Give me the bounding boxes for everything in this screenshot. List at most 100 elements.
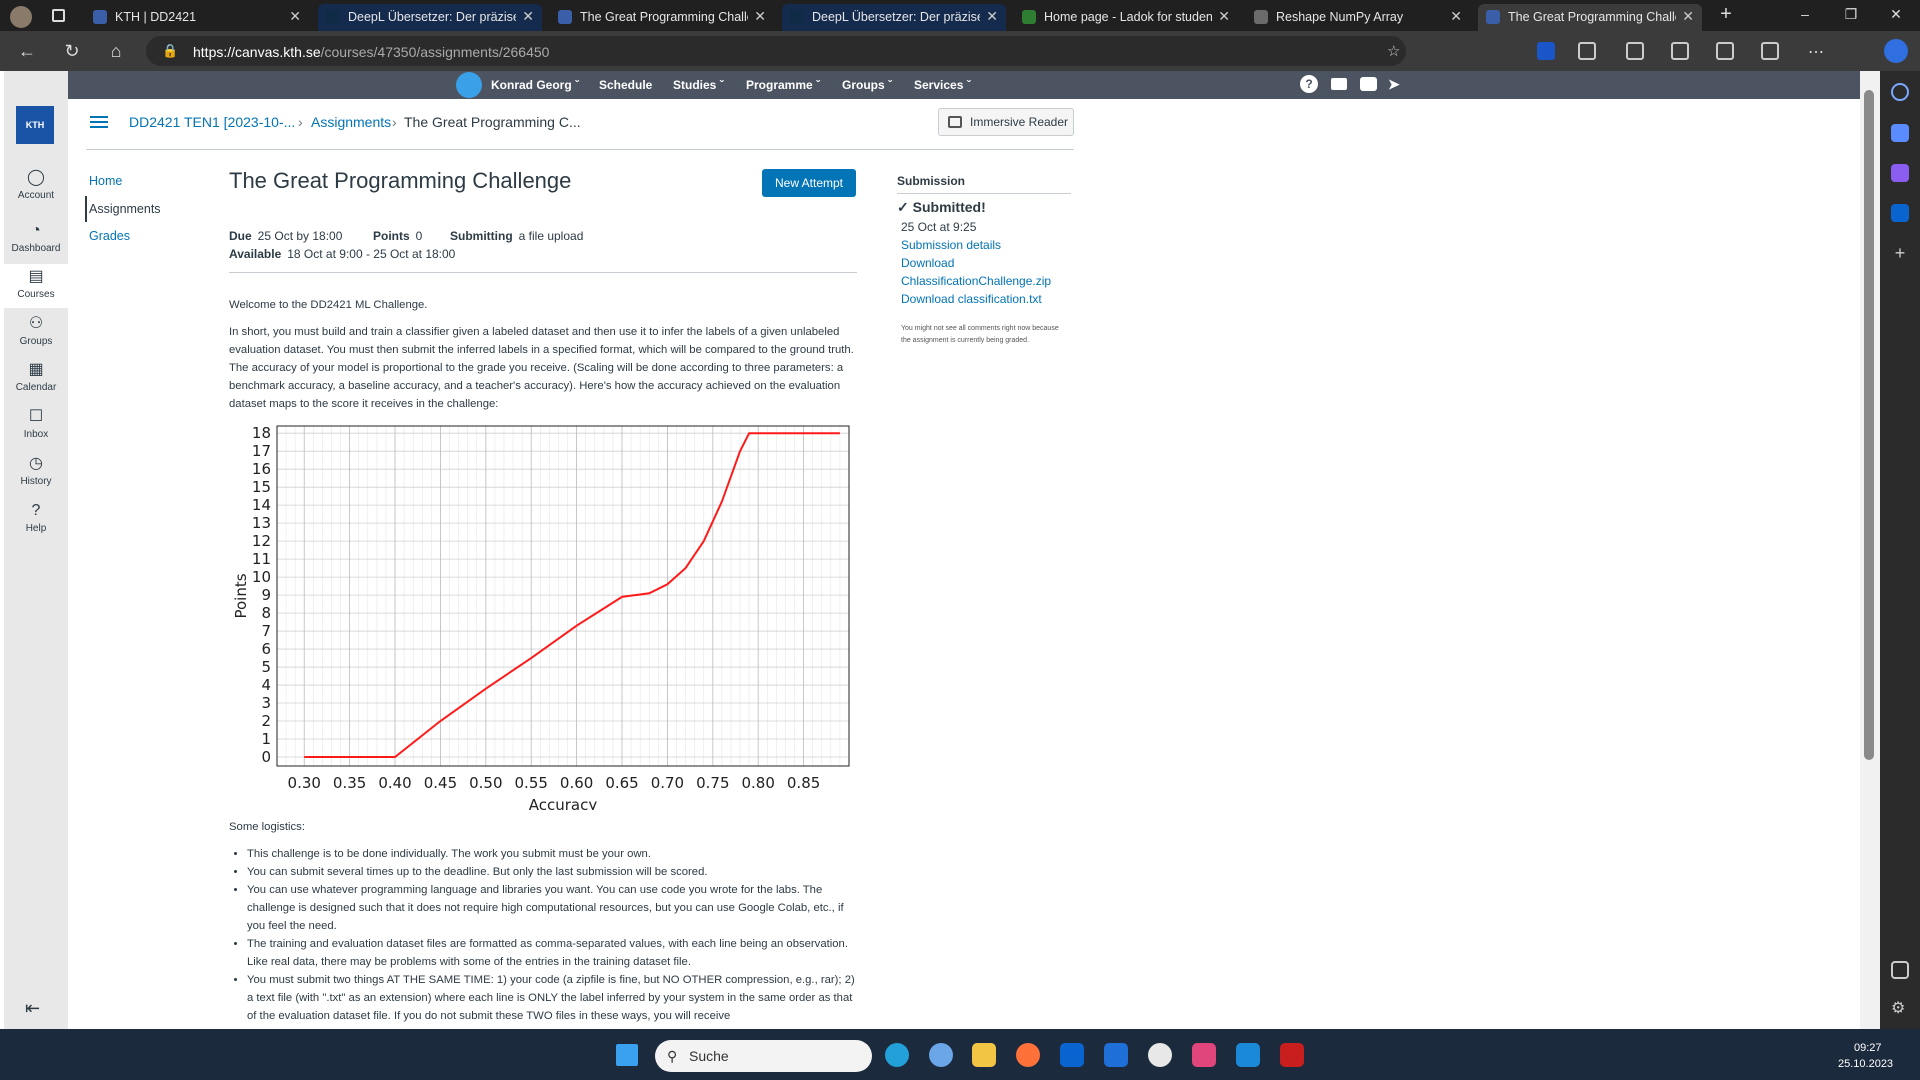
collapse-nav-icon[interactable]: ⇤ [25, 998, 40, 1019]
user-menu[interactable]: Konrad Georg ˇ [491, 78, 579, 92]
global-nav-inbox[interactable]: ☐ Inbox [4, 404, 68, 448]
close-tab-icon[interactable]: ✕ [1450, 8, 1462, 25]
course-nav-home[interactable]: Home [89, 174, 122, 188]
browser-tab[interactable]: DeepL Übersetzer: Der präzises ✕ [318, 4, 542, 31]
mail-icon[interactable] [1331, 78, 1347, 90]
course-nav-assignments[interactable]: Assignments [89, 202, 161, 216]
top-menu: Konrad Georg ˇ Schedule Studies ˇ Progra… [68, 71, 1860, 99]
global-nav-label: Calendar [15, 382, 57, 393]
breadcrumb-assignments[interactable]: Assignments [311, 114, 391, 130]
snipping-tool-icon[interactable] [1192, 1043, 1216, 1067]
user-avatar-icon[interactable] [456, 72, 482, 98]
global-nav-label: History [20, 476, 52, 487]
classification-file-link[interactable]: Download classification.txt [901, 292, 1042, 306]
global-nav-dashboard[interactable]: ◔ Dashboard [4, 218, 68, 262]
y-tick-label: 11 [252, 550, 271, 568]
close-tab-icon[interactable]: ✕ [522, 8, 534, 25]
scrollbar-thumb[interactable] [1864, 90, 1874, 760]
start-button[interactable] [616, 1044, 638, 1066]
address-bar[interactable]: 🔒 https://canvas.kth.se/courses/47350/as… [146, 36, 1406, 66]
taskbar-search[interactable]: ⚲ Suche [655, 1040, 872, 1072]
favorites-icon[interactable] [1671, 42, 1689, 60]
vscode-icon[interactable] [1236, 1043, 1260, 1067]
browser-taskbar-icon[interactable] [929, 1043, 953, 1067]
browser-tab[interactable]: KTH | DD2421 ✕ [85, 4, 309, 31]
services-menu[interactable]: Services ˇ [914, 78, 971, 92]
restore-button[interactable]: ❐ [1831, 6, 1871, 23]
tab-actions-icon[interactable] [52, 9, 65, 22]
global-nav-history[interactable]: ◷ History [4, 451, 68, 495]
close-tab-icon[interactable]: ✕ [1682, 8, 1694, 25]
firefox-icon[interactable] [1016, 1043, 1040, 1067]
global-nav-help[interactable]: ? Help [4, 498, 68, 542]
clock-app-icon[interactable] [1148, 1043, 1172, 1067]
browser-tab[interactable]: The Great Programming Challe ✕ [550, 4, 774, 31]
games-icon[interactable] [1891, 164, 1909, 182]
y-tick-label: 5 [261, 658, 271, 676]
sidebar-settings-icon[interactable]: ⚙ [1891, 998, 1909, 1017]
tab-favicon-icon [326, 10, 340, 24]
shield-icon[interactable] [1537, 42, 1555, 60]
kth-logo[interactable]: KTH [16, 106, 54, 144]
submission-details-link[interactable]: Submission details [901, 238, 1001, 252]
back-icon[interactable]: ← [15, 39, 39, 63]
immersive-reader-button[interactable]: Immersive Reader [938, 108, 1074, 136]
close-tab-icon[interactable]: ✕ [986, 8, 998, 25]
home-icon[interactable]: ⌂ [104, 39, 128, 63]
chat-icon[interactable] [1360, 77, 1377, 91]
browser-tab[interactable]: DeepL Übersetzer: Der präzises ✕ [782, 4, 1006, 31]
settings-more-icon[interactable]: ⋯ [1808, 42, 1826, 61]
help-circle-icon[interactable]: ? [1300, 75, 1318, 93]
search-icon[interactable] [1891, 83, 1909, 101]
outlook-icon[interactable] [1060, 1043, 1084, 1067]
minimize-button[interactable]: – [1785, 6, 1825, 22]
extensions-icon[interactable] [1578, 42, 1596, 60]
x-tick-label: 0.40 [378, 774, 411, 792]
close-tab-icon[interactable]: ✕ [754, 8, 766, 25]
studies-menu[interactable]: Studies ˇ [673, 78, 724, 92]
edge-taskbar-icon[interactable] [885, 1043, 909, 1067]
new-attempt-button[interactable]: New Attempt [762, 169, 856, 197]
global-nav-courses[interactable]: ▤ Courses [4, 264, 68, 308]
hide-sidebar-icon[interactable] [1891, 961, 1909, 979]
close-window-button[interactable]: ✕ [1876, 6, 1916, 23]
programme-menu[interactable]: Programme ˇ [746, 78, 820, 92]
new-tab-button[interactable]: + [1706, 3, 1746, 26]
close-tab-icon[interactable]: ✕ [1218, 8, 1230, 25]
collections-icon[interactable] [1716, 42, 1734, 60]
hamburger-menu-icon[interactable] [90, 116, 108, 128]
global-nav-groups[interactable]: ⚇ Groups [4, 311, 68, 355]
browser-tab[interactable]: The Great Programming Challe ✕ [1478, 4, 1702, 31]
global-nav-calendar[interactable]: ▦ Calendar [4, 357, 68, 401]
avatar-icon: ◯ [27, 169, 45, 186]
course-nav-grades[interactable]: Grades [89, 229, 130, 243]
browser-tab[interactable]: Home page - Ladok for student ✕ [1014, 4, 1238, 31]
split-screen-icon[interactable] [1626, 42, 1644, 60]
browser-tab[interactable]: Reshape NumPy Array ✕ [1246, 4, 1470, 31]
whiteboard-icon[interactable] [1104, 1043, 1128, 1067]
copilot-icon[interactable] [1884, 39, 1908, 63]
help-icon: ? [31, 502, 41, 519]
add-icon[interactable]: + [1891, 244, 1909, 262]
profile-avatar[interactable] [10, 6, 32, 28]
tab-favicon-icon [790, 10, 804, 24]
shopping-icon[interactable] [1891, 124, 1909, 142]
inbox-icon: ☐ [28, 408, 44, 425]
file-explorer-icon[interactable] [972, 1043, 996, 1067]
favorite-star-icon[interactable]: ☆ [1387, 42, 1400, 60]
plot-frame [276, 425, 850, 767]
downloads-icon[interactable] [1761, 42, 1779, 60]
tab-title: The Great Programming Challe [1508, 10, 1676, 24]
global-nav-account[interactable]: ◯ Account [4, 165, 68, 209]
announcement-icon[interactable]: ➤ [1388, 76, 1400, 93]
outlook-icon[interactable] [1891, 204, 1909, 222]
schedule-link[interactable]: Schedule [599, 78, 652, 92]
breadcrumb-course[interactable]: DD2421 TEN1 [2023-10-... [129, 114, 295, 130]
close-tab-icon[interactable]: ✕ [289, 8, 301, 25]
edge-sidebar: + ⚙ [1880, 71, 1920, 1029]
groups-menu[interactable]: Groups ˇ [842, 78, 892, 92]
zip-file-link[interactable]: ChlassificationChallenge.zip [901, 274, 1051, 288]
pdf-app-icon[interactable] [1280, 1043, 1304, 1067]
download-link[interactable]: Download [901, 256, 954, 270]
refresh-icon[interactable]: ↻ [60, 39, 84, 63]
